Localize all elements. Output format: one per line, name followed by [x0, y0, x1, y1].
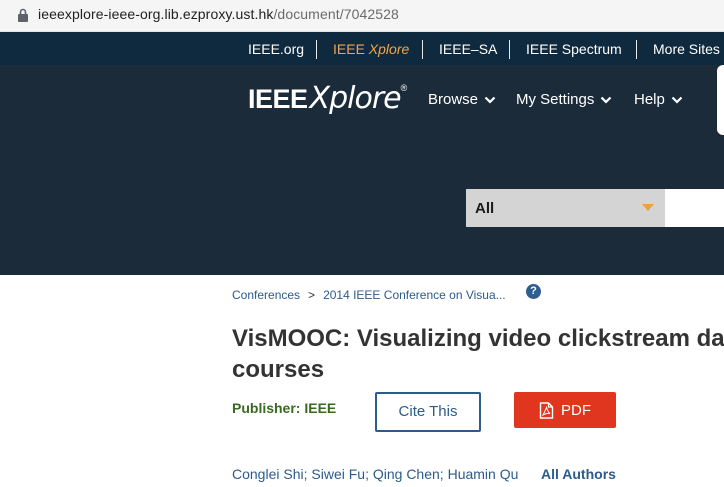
- link-ieee-sa[interactable]: IEEE–SA: [439, 41, 497, 57]
- divider: [636, 40, 637, 59]
- pdf-button-label: PDF: [561, 401, 591, 419]
- link-ieee-spectrum[interactable]: IEEE Spectrum: [526, 41, 622, 57]
- sign-in-panel-edge[interactable]: [717, 65, 724, 135]
- chevron-down-icon: [601, 96, 612, 104]
- logo-registered-mark: ®: [400, 83, 408, 93]
- menu-my-settings[interactable]: My Settings: [516, 91, 612, 108]
- lock-icon: [18, 8, 28, 22]
- logo-xplore: Xplore: [309, 81, 402, 116]
- author-list: Conglei Shi; Siwei Fu; Qing Chen; Huamin…: [232, 466, 518, 482]
- url-host: ieeexplore-ieee-org.lib.ezproxy.ust.hk: [38, 6, 274, 22]
- pdf-button[interactable]: PDF: [514, 392, 616, 428]
- breadcrumb-conference[interactable]: 2014 IEEE Conference on Visua...: [323, 288, 506, 302]
- cite-this-button[interactable]: Cite This: [375, 392, 481, 432]
- chevron-down-icon: [484, 96, 496, 104]
- author-separator: ;: [365, 466, 369, 482]
- help-icon[interactable]: ?: [526, 284, 541, 299]
- menu-browse-label: Browse: [428, 91, 479, 108]
- search-scope-select[interactable]: All: [466, 189, 665, 227]
- menu-browse[interactable]: Browse: [428, 91, 496, 108]
- author-link[interactable]: Siwei Fu: [311, 466, 365, 482]
- link-ieee-xplore-prefix: IEEE: [333, 41, 365, 57]
- breadcrumb: Conferences > 2014 IEEE Conference on Vi…: [232, 288, 506, 302]
- divider: [422, 40, 423, 59]
- link-ieee-org[interactable]: IEEE.org: [248, 41, 304, 57]
- search-input[interactable]: [665, 189, 724, 227]
- menu-help[interactable]: Help: [634, 91, 683, 108]
- pdf-file-icon: [539, 401, 554, 419]
- logo-ieee: IEEE: [248, 84, 308, 114]
- link-ieee-xplore[interactable]: IEEE Xplore: [333, 41, 409, 57]
- author-separator: ;: [439, 466, 444, 482]
- link-ieee-xplore-suffix: Xplore: [368, 41, 410, 57]
- divider: [316, 40, 317, 59]
- menu-my-settings-label: My Settings: [516, 91, 595, 108]
- all-authors-link[interactable]: All Authors: [541, 466, 616, 482]
- document-title-continued: courses: [232, 356, 325, 383]
- author-link[interactable]: Huamin Qu: [448, 466, 519, 482]
- author-separator: ;: [303, 466, 308, 482]
- search-scope-value: All: [475, 200, 495, 217]
- url-path: /document/7042528: [273, 6, 399, 22]
- author-link[interactable]: Conglei Shi: [232, 466, 304, 482]
- ieee-network-bar: IEEE.org IEEE Xplore IEEE–SA IEEE Spectr…: [0, 32, 724, 65]
- author-link[interactable]: Qing Chen: [373, 466, 440, 482]
- caret-down-icon: [642, 204, 654, 211]
- browser-url-bar[interactable]: ieeexplore-ieee-org.lib.ezproxy.ust.hk/d…: [0, 0, 724, 32]
- breadcrumb-separator: >: [308, 288, 316, 302]
- site-header: IEEEXplore® Browse My Settings Help All: [0, 65, 724, 275]
- url-text[interactable]: ieeexplore-ieee-org.lib.ezproxy.ust.hk/d…: [38, 6, 399, 22]
- chevron-down-icon: [671, 96, 683, 104]
- link-more-sites[interactable]: More Sites: [653, 41, 720, 57]
- ieee-xplore-logo[interactable]: IEEEXplore®: [248, 81, 407, 116]
- publisher-label: Publisher: IEEE: [232, 400, 337, 416]
- menu-help-label: Help: [634, 91, 665, 108]
- divider: [509, 40, 510, 59]
- document-title: VisMOOC: Visualizing video clickstream d…: [232, 325, 724, 352]
- breadcrumb-conferences[interactable]: Conferences: [232, 288, 300, 302]
